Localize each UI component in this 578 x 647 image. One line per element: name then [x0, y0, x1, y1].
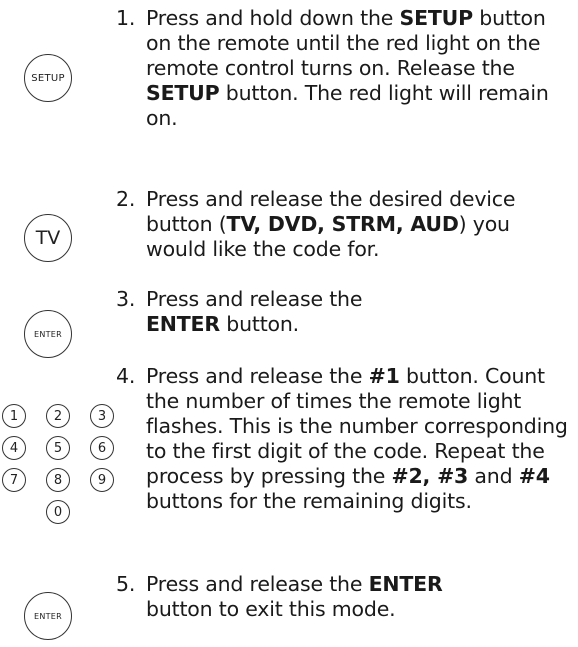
tv-button-label: TV — [35, 227, 61, 249]
step-2: 2. Press and release the desired device … — [116, 187, 576, 262]
key-9-icon: 9 — [90, 468, 114, 492]
step-text-bold: SETUP — [146, 81, 220, 105]
key-8-label: 8 — [53, 472, 63, 488]
step-number: 5. — [116, 572, 136, 596]
step-text: Press and release the ENTER button. — [146, 287, 376, 337]
enter-button-label: ENTER — [33, 329, 63, 339]
numeric-keypad-icon: 1 2 3 4 5 6 7 8 9 0 — [2, 404, 118, 534]
setup-button-icon: SETUP — [24, 54, 72, 102]
key-0-icon: 0 — [46, 500, 70, 524]
step-text-part: Press and release the — [146, 287, 363, 311]
step-text-bold: TV, DVD, STRM, AUD — [226, 212, 459, 236]
key-6-label: 6 — [97, 440, 107, 456]
step-text-part: button to exit this mode. — [146, 597, 396, 621]
key-4-icon: 4 — [2, 436, 26, 460]
step-text-part: Press and release the — [146, 572, 369, 596]
key-5-icon: 5 — [46, 436, 70, 460]
step-text-part: button. — [219, 312, 299, 336]
enter-button-icon-2: ENTER — [24, 592, 72, 640]
step-text: Press and release the ENTER button to ex… — [146, 572, 506, 622]
step-text: Press and hold down the SETUP button on … — [146, 6, 576, 131]
key-4-label: 4 — [9, 440, 19, 456]
step-text-bold: #2, #3 — [391, 464, 469, 488]
step-text-bold: SETUP — [399, 6, 474, 30]
key-8-icon: 8 — [46, 468, 70, 492]
key-0-label: 0 — [53, 504, 63, 520]
step-text-part: Press and hold down the — [146, 6, 400, 30]
step-text-bold: #1 — [368, 364, 400, 388]
key-2-icon: 2 — [46, 404, 70, 428]
enter-button-icon: ENTER — [24, 310, 72, 358]
step-number: 3. — [116, 287, 136, 311]
step-text-bold: ENTER — [146, 312, 220, 336]
key-9-label: 9 — [97, 472, 107, 488]
step-text-part: and — [468, 464, 519, 488]
step-text-bold: ENTER — [368, 572, 443, 596]
setup-button-label: SETUP — [31, 72, 65, 84]
step-1: 1. Press and hold down the SETUP button … — [116, 6, 576, 131]
key-5-label: 5 — [53, 440, 63, 456]
key-7-icon: 7 — [2, 468, 26, 492]
key-3-icon: 3 — [90, 404, 114, 428]
step-4: 4. Press and release the #1 button. Coun… — [116, 364, 576, 514]
step-text-bold: #4 — [518, 464, 550, 488]
enter-button-label-2: ENTER — [33, 611, 63, 621]
step-text: Press and release the #1 button. Count t… — [146, 364, 576, 514]
tv-button-icon: TV — [24, 214, 72, 262]
key-2-label: 2 — [53, 408, 63, 424]
step-text-part: Press and release the — [146, 364, 369, 388]
key-7-label: 7 — [9, 472, 19, 488]
key-6-icon: 6 — [90, 436, 114, 460]
key-1-label: 1 — [9, 408, 19, 424]
step-number: 1. — [116, 6, 136, 30]
step-3: 3. Press and release the ENTER button. — [116, 287, 576, 337]
step-5: 5. Press and release the ENTER button to… — [116, 572, 576, 622]
key-3-label: 3 — [97, 408, 107, 424]
step-number: 4. — [116, 364, 136, 388]
key-1-icon: 1 — [2, 404, 26, 428]
step-text: Press and release the desired device but… — [146, 187, 576, 262]
step-number: 2. — [116, 187, 136, 211]
step-text-part: buttons for the remaining digits. — [146, 489, 472, 513]
